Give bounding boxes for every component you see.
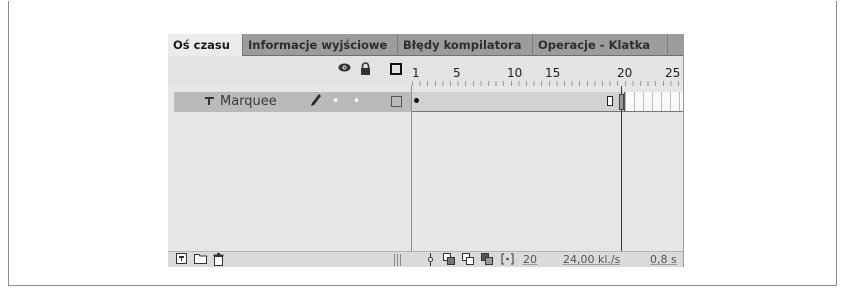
end-frame-marker[interactable]: [607, 96, 613, 106]
ruler-number: 20: [617, 66, 633, 80]
layer-divider: [411, 86, 412, 251]
new-folder-icon[interactable]: [194, 253, 207, 267]
playhead-frame-marker: [619, 94, 624, 110]
ruler-number: 1: [412, 66, 420, 80]
timeline-panel: Oś czasu Informacje wyjściowe Błędy komp…: [168, 34, 684, 267]
eye-icon[interactable]: [338, 62, 351, 75]
ruler-number: 10: [507, 66, 523, 80]
tab-output[interactable]: Informacje wyjściowe: [243, 34, 398, 56]
lock-dot[interactable]: •: [353, 94, 360, 108]
frame-span[interactable]: [411, 92, 625, 111]
ruler-number: 25: [665, 66, 681, 80]
resize-grip[interactable]: [394, 254, 401, 266]
onion-skin-outlines-icon[interactable]: [462, 253, 475, 267]
ruler-ticks: [412, 81, 683, 86]
pencil-icon: [310, 93, 322, 111]
ruler-number: 15: [545, 66, 561, 80]
frame-rate-readout[interactable]: 24,00 kl./s: [563, 253, 620, 266]
layer-outline-box[interactable]: [391, 96, 402, 107]
keyframe-dot[interactable]: [414, 98, 419, 103]
elapsed-time-readout: 0,8 s: [650, 253, 677, 266]
layer-icon: [204, 95, 215, 109]
empty-frame-cells[interactable]: [625, 92, 683, 111]
tab-timeline[interactable]: Oś czasu: [168, 34, 243, 57]
lock-icon[interactable]: [360, 62, 371, 75]
edit-multiple-frames-icon[interactable]: [481, 253, 494, 267]
layer-name[interactable]: Marquee: [220, 94, 277, 109]
outline-box-icon[interactable]: [390, 63, 402, 76]
onion-skin-icon[interactable]: [443, 253, 456, 267]
layer-frames[interactable]: [411, 92, 683, 112]
current-frame-readout[interactable]: 20: [523, 253, 537, 266]
modify-onion-markers-icon[interactable]: [501, 253, 514, 267]
tab-actions-frame[interactable]: Operacje - Klatka: [533, 34, 668, 56]
trash-icon[interactable]: [213, 253, 224, 267]
timeline-bottom-bar: 20 24,00 kl./s 0,8 s: [168, 251, 683, 267]
layer-row[interactable]: Marquee • •: [174, 92, 411, 112]
center-frame-icon[interactable]: [426, 253, 435, 267]
new-layer-icon[interactable]: [176, 253, 187, 267]
frame-ruler[interactable]: 1 5 10 15 20 25: [411, 56, 683, 86]
visibility-dot[interactable]: •: [332, 94, 339, 108]
tab-compiler-errors[interactable]: Błędy kompilatora: [398, 34, 533, 56]
ruler-number: 5: [453, 66, 461, 80]
panel-tab-bar: Oś czasu Informacje wyjściowe Błędy komp…: [168, 34, 683, 57]
playhead-line: [621, 86, 622, 267]
